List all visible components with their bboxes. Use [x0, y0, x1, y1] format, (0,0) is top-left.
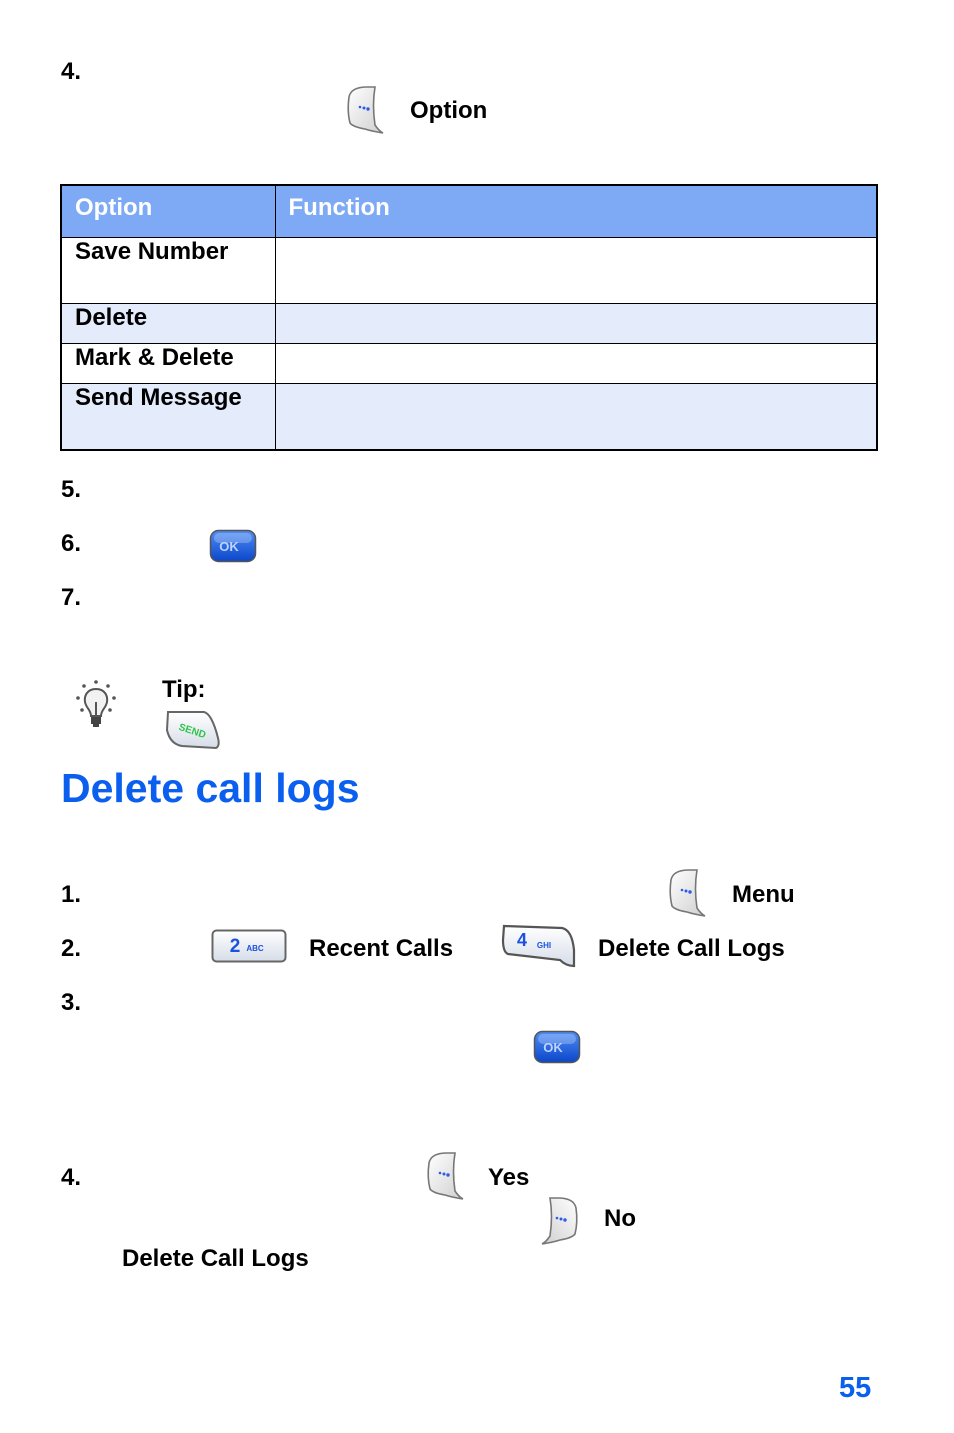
function-cell: [274, 302, 878, 344]
ok-key-icon: [533, 1030, 581, 1064]
function-cell: [274, 382, 878, 451]
option-cell: Mark & Delete: [60, 342, 276, 384]
option-cell: Delete: [60, 302, 276, 344]
table-header-row: Option Function: [60, 184, 878, 238]
step-number: 4.: [61, 1164, 82, 1191]
send-key-icon: SEND: [165, 711, 220, 750]
options-table: Option Function Save Number Delete Mark …: [60, 184, 878, 451]
lightbulb-icon: [76, 680, 116, 727]
step-number: 2.: [61, 935, 82, 962]
page-number: 55: [839, 1372, 872, 1404]
table-row: Mark & Delete: [60, 342, 878, 384]
key-label-no: No: [604, 1205, 636, 1232]
menu-path-delete-call-logs: Delete Call Logs: [598, 935, 785, 962]
table-row: Save Number: [60, 236, 878, 304]
key-letters: GHI: [537, 941, 551, 950]
step-number: 6.: [61, 530, 82, 557]
header-function: Function: [274, 184, 878, 238]
option-cell: Send Message: [60, 382, 276, 451]
option-cell: Save Number: [60, 236, 276, 304]
step-number: 3.: [61, 989, 82, 1016]
4-ghi-key-icon: 4 GHI: [501, 924, 576, 968]
key-label-option: Option: [410, 97, 488, 124]
step-number: 5.: [61, 476, 82, 503]
left-soft-key-icon: [345, 85, 385, 135]
ok-key-icon: [209, 529, 257, 563]
header-option: Option: [60, 184, 276, 238]
left-soft-key-icon: [667, 868, 707, 918]
key-digit: 4: [517, 930, 527, 950]
key-letters: ABC: [246, 944, 264, 953]
key-label-yes: Yes: [488, 1164, 530, 1191]
key-digit: 2: [230, 936, 241, 957]
right-soft-key-icon: [540, 1196, 580, 1246]
menu-path-recent-calls: Recent Calls: [309, 935, 454, 962]
left-soft-key-icon: [425, 1151, 465, 1201]
screen-name-delete-call-logs: Delete Call Logs: [122, 1245, 309, 1272]
step-number: 7.: [61, 584, 82, 611]
tip-label: Tip:: [162, 676, 206, 703]
function-cell: [274, 236, 878, 304]
section-title: Delete call logs: [61, 765, 360, 811]
2-abc-key-icon: 2 ABC: [211, 929, 287, 963]
key-label-menu: Menu: [732, 881, 795, 908]
step-number: 1.: [61, 881, 82, 908]
table-row: Delete: [60, 302, 878, 344]
step-number: 4.: [61, 58, 82, 85]
table-row: Send Message: [60, 382, 878, 451]
function-cell: [274, 342, 878, 384]
